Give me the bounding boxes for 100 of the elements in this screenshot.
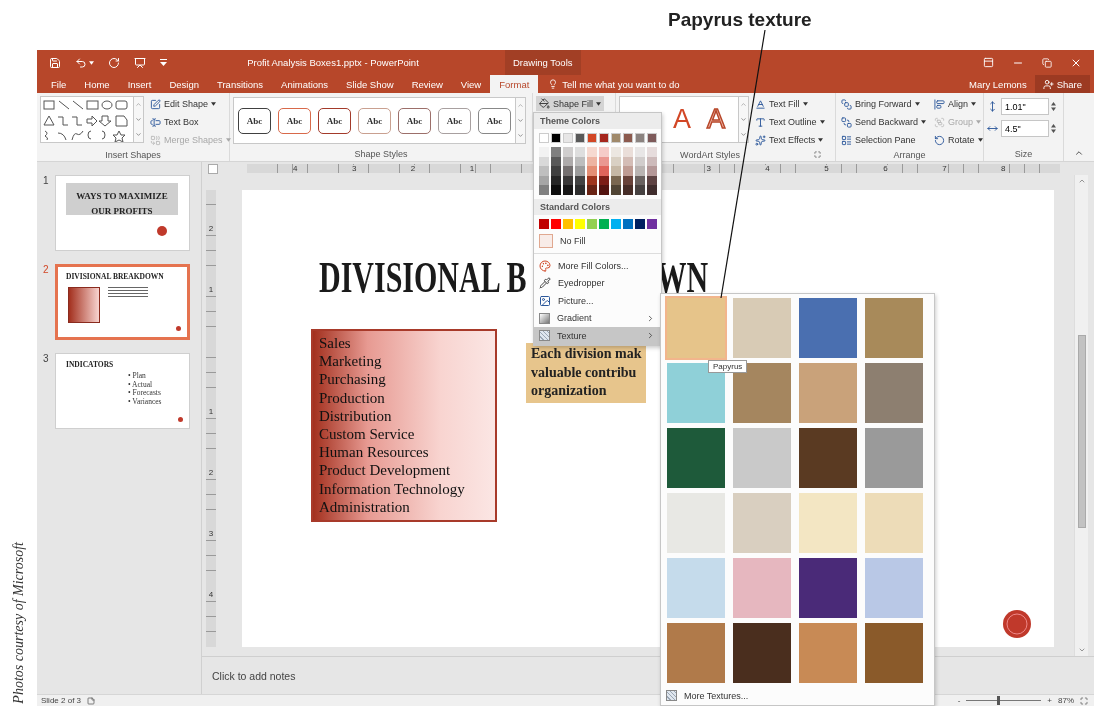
color-swatch[interactable] (587, 218, 597, 229)
color-swatch[interactable] (599, 147, 609, 157)
zoom-in-button[interactable]: + (1047, 696, 1052, 705)
color-swatch[interactable] (647, 147, 657, 157)
texture-tile[interactable] (733, 298, 791, 358)
color-swatch[interactable] (575, 166, 585, 176)
color-swatch[interactable] (611, 185, 621, 195)
texture-tile[interactable] (667, 623, 725, 683)
color-swatch[interactable] (539, 147, 549, 157)
color-swatch[interactable] (635, 166, 645, 176)
shape-style-preset[interactable]: Abc (358, 107, 391, 134)
color-swatch[interactable] (563, 175, 573, 185)
color-swatch[interactable] (575, 133, 585, 143)
color-swatch[interactable] (587, 166, 597, 176)
spinner-arrows-icon[interactable] (1051, 124, 1056, 133)
color-swatch[interactable] (611, 156, 621, 166)
zoom-slider-thumb[interactable] (996, 696, 1000, 705)
presentation-icon[interactable] (134, 56, 146, 69)
collapse-ribbon-icon[interactable] (1074, 148, 1084, 158)
ribbon-button[interactable]: Send Backward (839, 114, 929, 130)
ribbon-button[interactable]: Align (932, 96, 985, 112)
color-swatch[interactable] (635, 218, 645, 229)
color-swatch[interactable] (647, 156, 657, 166)
shape-style-preset[interactable]: Abc (238, 107, 271, 134)
menu-item[interactable]: Picture... (534, 292, 661, 310)
color-swatch[interactable] (575, 175, 585, 185)
texture-tile[interactable] (667, 298, 725, 358)
menu-item[interactable]: More Fill Colors... (534, 257, 661, 275)
color-swatch[interactable] (563, 133, 573, 143)
color-swatch[interactable] (575, 147, 585, 157)
texture-tile[interactable] (799, 363, 857, 423)
notes-icon[interactable] (87, 696, 96, 705)
shape-style-preset[interactable]: Abc (438, 107, 471, 134)
color-swatch[interactable] (647, 175, 657, 185)
color-swatch[interactable] (611, 166, 621, 176)
color-swatch[interactable] (539, 166, 549, 176)
color-swatch[interactable] (539, 218, 549, 229)
color-swatch[interactable] (563, 166, 573, 176)
texture-tile[interactable] (865, 298, 923, 358)
texture-tile[interactable] (667, 558, 725, 618)
shape-fill-button[interactable]: Shape Fill (536, 96, 605, 111)
color-swatch[interactable] (551, 175, 561, 185)
color-swatch[interactable] (539, 175, 549, 185)
fit-to-window-icon[interactable] (1080, 696, 1088, 705)
texture-tile[interactable] (799, 298, 857, 358)
color-swatch[interactable] (623, 133, 633, 143)
color-swatch[interactable] (587, 185, 597, 195)
shape-style-preset[interactable]: Abc (318, 107, 351, 134)
color-swatch[interactable] (647, 133, 657, 143)
color-swatch[interactable] (599, 133, 609, 143)
dialog-launcher-icon[interactable] (813, 151, 821, 158)
texture-tile[interactable] (733, 428, 791, 488)
ribbon-button[interactable]: Rotate (932, 132, 985, 148)
color-swatch[interactable] (551, 166, 561, 176)
color-swatch[interactable] (551, 156, 561, 166)
color-swatch[interactable] (623, 218, 633, 229)
color-swatch[interactable] (611, 175, 621, 185)
restore-icon[interactable] (1042, 57, 1052, 68)
save-icon[interactable] (49, 56, 61, 69)
ribbon-button[interactable]: Bring Forward (839, 96, 929, 112)
color-swatch[interactable] (623, 147, 633, 157)
menu-item[interactable]: Gradient (534, 309, 661, 327)
texture-tile[interactable] (733, 623, 791, 683)
color-swatch[interactable] (587, 156, 597, 166)
scroll-up-icon[interactable] (1077, 177, 1086, 185)
color-swatch[interactable] (587, 133, 597, 143)
ribbon-tab[interactable]: Home (75, 75, 119, 93)
wordart-preset[interactable]: A (670, 106, 694, 133)
color-swatch[interactable] (611, 147, 621, 157)
ribbon-tab[interactable]: Insert (118, 75, 161, 93)
ribbon-tab[interactable]: Animations (272, 75, 338, 93)
color-swatch[interactable] (539, 156, 549, 166)
zoom-percent[interactable]: 87% (1058, 696, 1074, 705)
undo-icon[interactable] (75, 56, 94, 69)
color-swatch[interactable] (611, 218, 621, 229)
ribbon-tab[interactable]: Slide Show (337, 75, 403, 93)
texture-tile[interactable] (865, 428, 923, 488)
shape-style-preset[interactable]: Abc (398, 107, 431, 134)
color-swatch[interactable] (623, 185, 633, 195)
color-swatch[interactable] (599, 175, 609, 185)
ribbon-button[interactable]: Text Effects (753, 132, 827, 148)
color-swatch[interactable] (575, 156, 585, 166)
ribbon-display-icon[interactable] (983, 57, 994, 68)
texture-tile[interactable] (733, 558, 791, 618)
color-swatch[interactable] (647, 166, 657, 176)
color-swatch[interactable] (587, 147, 597, 157)
texture-tile[interactable] (865, 623, 923, 683)
color-swatch[interactable] (611, 133, 621, 143)
texture-tile[interactable] (799, 428, 857, 488)
color-swatch[interactable] (623, 166, 633, 176)
ribbon-tab[interactable]: File (42, 75, 76, 93)
scrollbar-thumb[interactable] (1077, 335, 1086, 528)
ribbon-button[interactable]: Text Fill (753, 96, 827, 112)
color-swatch[interactable] (551, 185, 561, 195)
ribbon-tab[interactable]: View (451, 75, 491, 93)
wordart-preset[interactable]: A (704, 106, 729, 133)
menu-item[interactable]: No Fill (534, 232, 661, 250)
texture-tile[interactable] (799, 558, 857, 618)
texture-tile[interactable] (799, 623, 857, 683)
color-swatch[interactable] (575, 185, 585, 195)
